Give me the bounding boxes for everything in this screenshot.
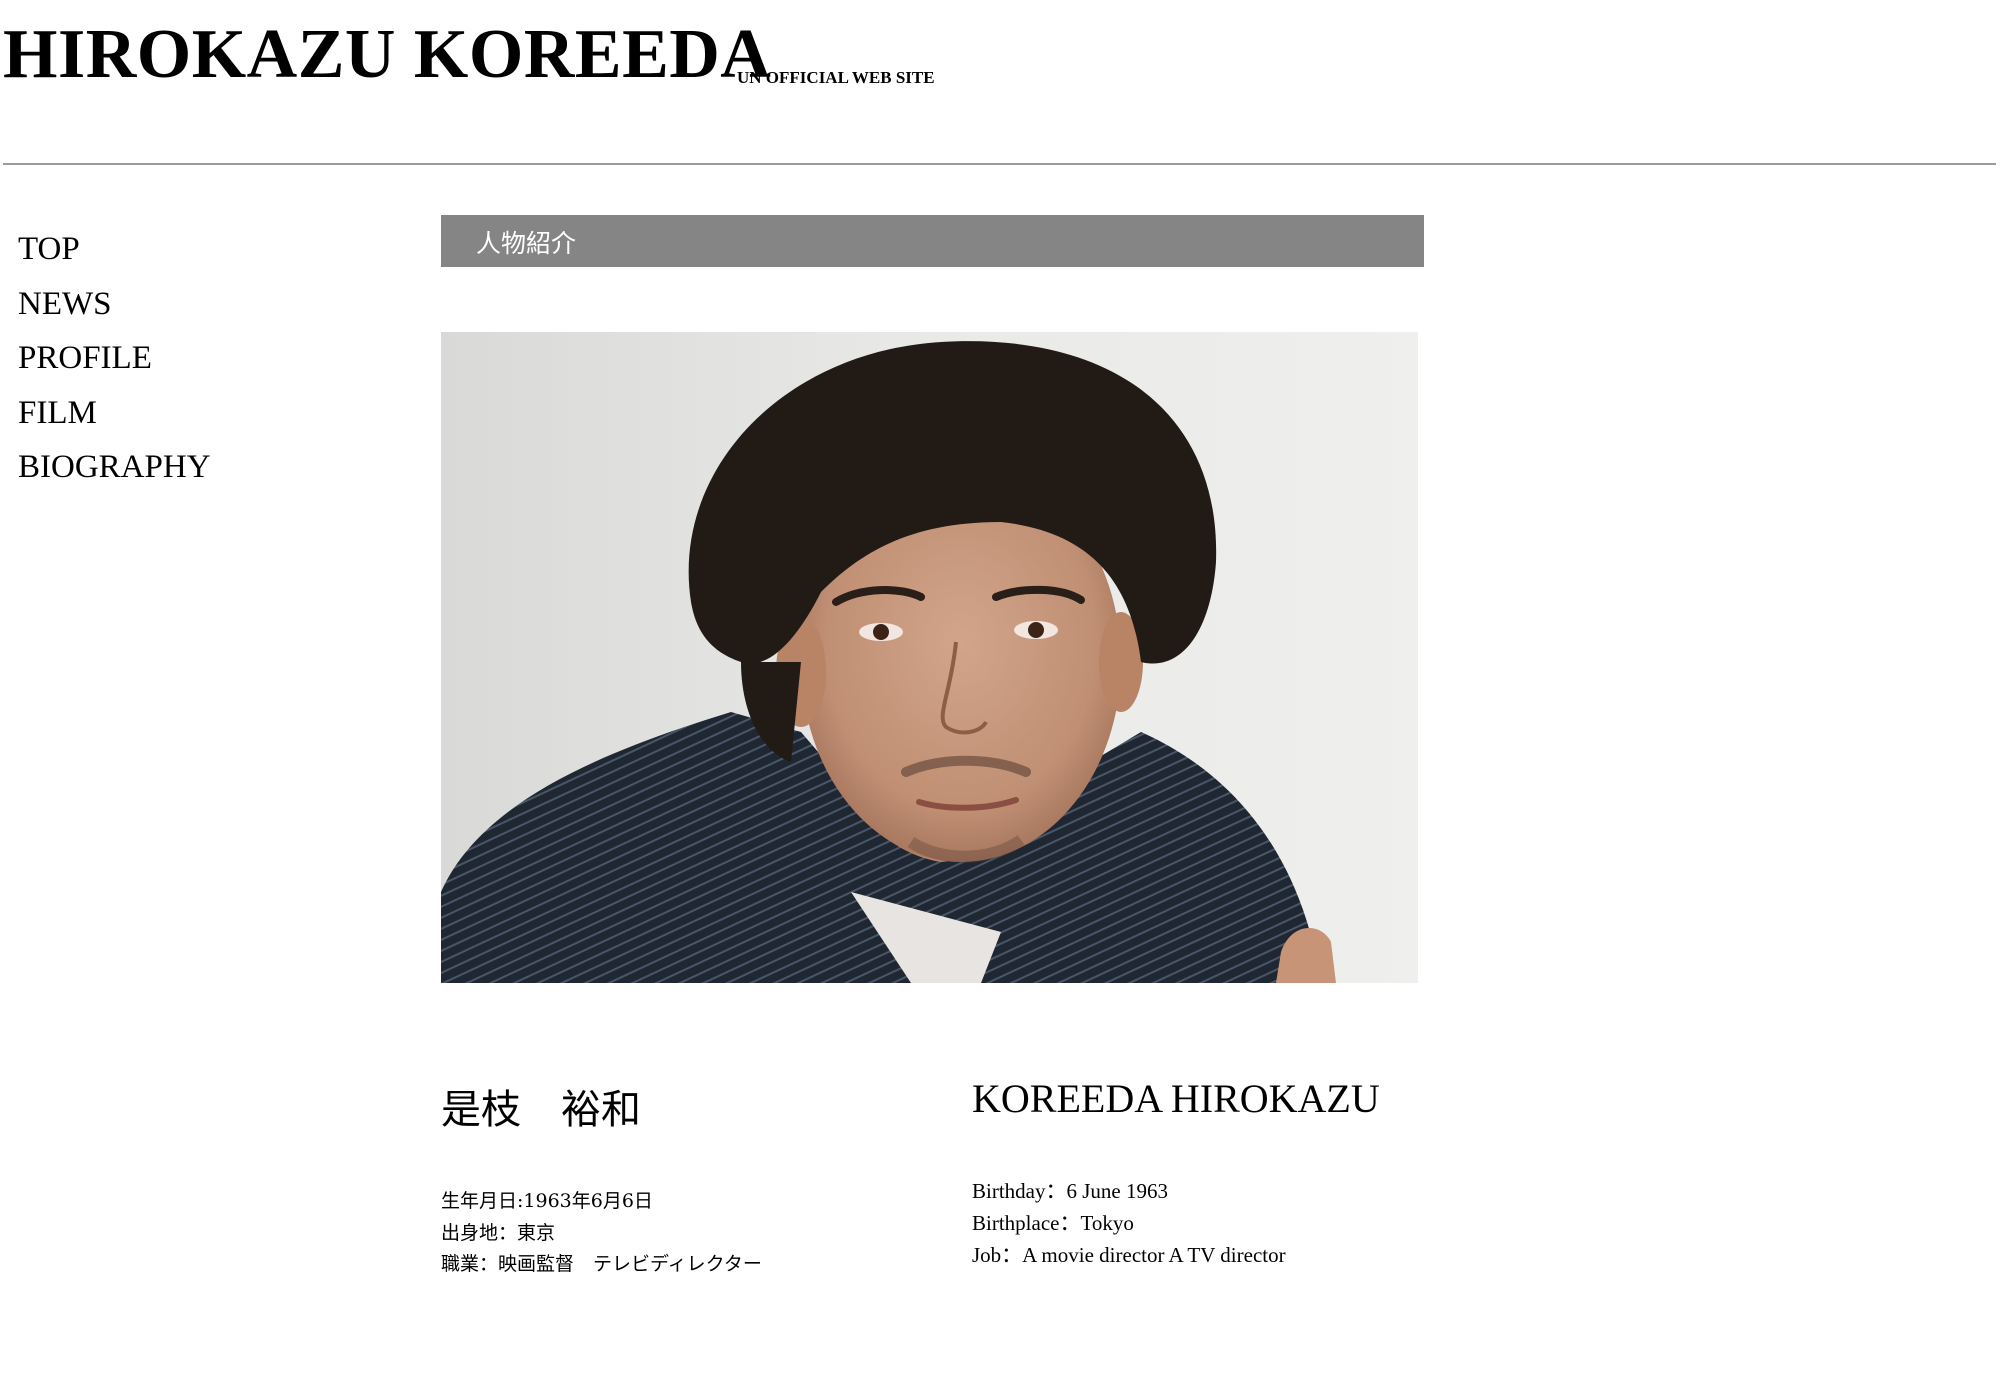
name-english: KOREEDA HIROKAZU (972, 1076, 1380, 1121)
birthplace-english: Birthplace：Tokyo (972, 1211, 1134, 1235)
nav-item-biography[interactable]: BIOGRAPHY (18, 440, 318, 495)
job-english: Job：A movie director A TV director (972, 1243, 1286, 1267)
site-subtitle: UN OFFICIAL WEB SITE (737, 68, 935, 87)
nav-item-top[interactable]: TOP (18, 222, 318, 277)
details-english: Birthday：6 June 1963 Birthplace：Tokyo Jo… (972, 1175, 1286, 1271)
birthplace-japanese: 出身地：東京 (441, 1221, 556, 1244)
name-japanese: 是枝 裕和 (441, 1087, 641, 1133)
site-title[interactable]: HIROKAZU KOREEDA (3, 20, 771, 90)
site-header: HIROKAZU KOREEDA UN OFFICIAL WEB SITE (0, 0, 2000, 165)
portrait-photo (441, 332, 1418, 983)
section-header-bar: 人物紹介 (441, 215, 1424, 267)
job-japanese: 職業：映画監督 テレビディレクター (441, 1253, 762, 1275)
side-nav: TOP NEWS PROFILE FILM BIOGRAPHY (18, 222, 318, 495)
header-divider (3, 163, 1996, 165)
portrait-illustration (441, 332, 1418, 983)
birthday-japanese: 生年月日:1963年6月6日 (441, 1190, 653, 1212)
details-japanese: 生年月日:1963年6月6日 出身地：東京 職業：映画監督 テレビディレクター (441, 1186, 762, 1281)
nav-item-film[interactable]: FILM (18, 386, 318, 441)
nav-item-news[interactable]: NEWS (18, 277, 318, 332)
section-title: 人物紹介 (476, 229, 577, 258)
nav-item-profile[interactable]: PROFILE (18, 331, 318, 386)
birthday-english: Birthday：6 June 1963 (972, 1179, 1168, 1203)
